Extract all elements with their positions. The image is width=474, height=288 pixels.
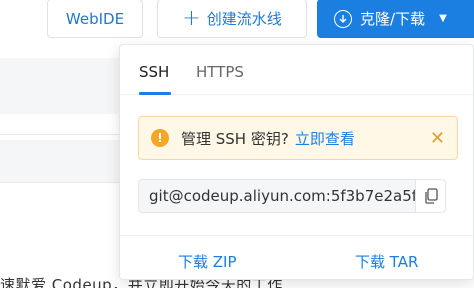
clone-url-field[interactable] xyxy=(138,179,416,213)
protocol-tabs: SSH HTTPS xyxy=(120,45,473,95)
clone-download-label: 克隆/下载 xyxy=(360,10,426,28)
tab-https[interactable]: HTTPS xyxy=(196,63,244,81)
background-section xyxy=(0,58,120,114)
clone-download-button[interactable]: 克隆/下载 ▼ xyxy=(317,0,474,38)
tab-ssh[interactable]: SSH xyxy=(139,63,169,81)
create-pipeline-label: 创建流水线 xyxy=(206,10,282,28)
ssh-key-alert: ! 管理 SSH 密钥? 立即查看 ✕ xyxy=(138,116,458,160)
copy-button[interactable] xyxy=(416,179,446,213)
download-zip-link[interactable]: 下载 ZIP xyxy=(178,251,237,272)
download-actions: 下载 ZIP 下载 TAR xyxy=(120,235,473,281)
clone-url-input[interactable] xyxy=(149,187,415,205)
divider xyxy=(0,182,120,183)
background-section xyxy=(0,140,120,182)
plus-icon: + xyxy=(182,5,201,31)
webide-label: WebIDE xyxy=(65,9,125,28)
webide-button[interactable]: WebIDE xyxy=(47,0,143,38)
close-icon[interactable]: ✕ xyxy=(430,128,445,149)
divider xyxy=(0,134,120,135)
caret-down-icon: ▼ xyxy=(439,13,447,24)
download-tar-link[interactable]: 下载 TAR xyxy=(355,251,418,272)
create-pipeline-button[interactable]: + 创建流水线 xyxy=(157,0,307,38)
view-now-link[interactable]: 立即查看 xyxy=(295,128,355,149)
warning-icon: ! xyxy=(151,129,169,147)
clone-panel: SSH HTTPS ! 管理 SSH 密钥? 立即查看 ✕ 下载 ZIP 下载 … xyxy=(119,44,474,280)
active-tab-indicator xyxy=(139,92,171,95)
alert-message: 管理 SSH 密钥? xyxy=(181,129,289,148)
copy-icon xyxy=(424,188,438,204)
download-icon xyxy=(334,9,352,28)
